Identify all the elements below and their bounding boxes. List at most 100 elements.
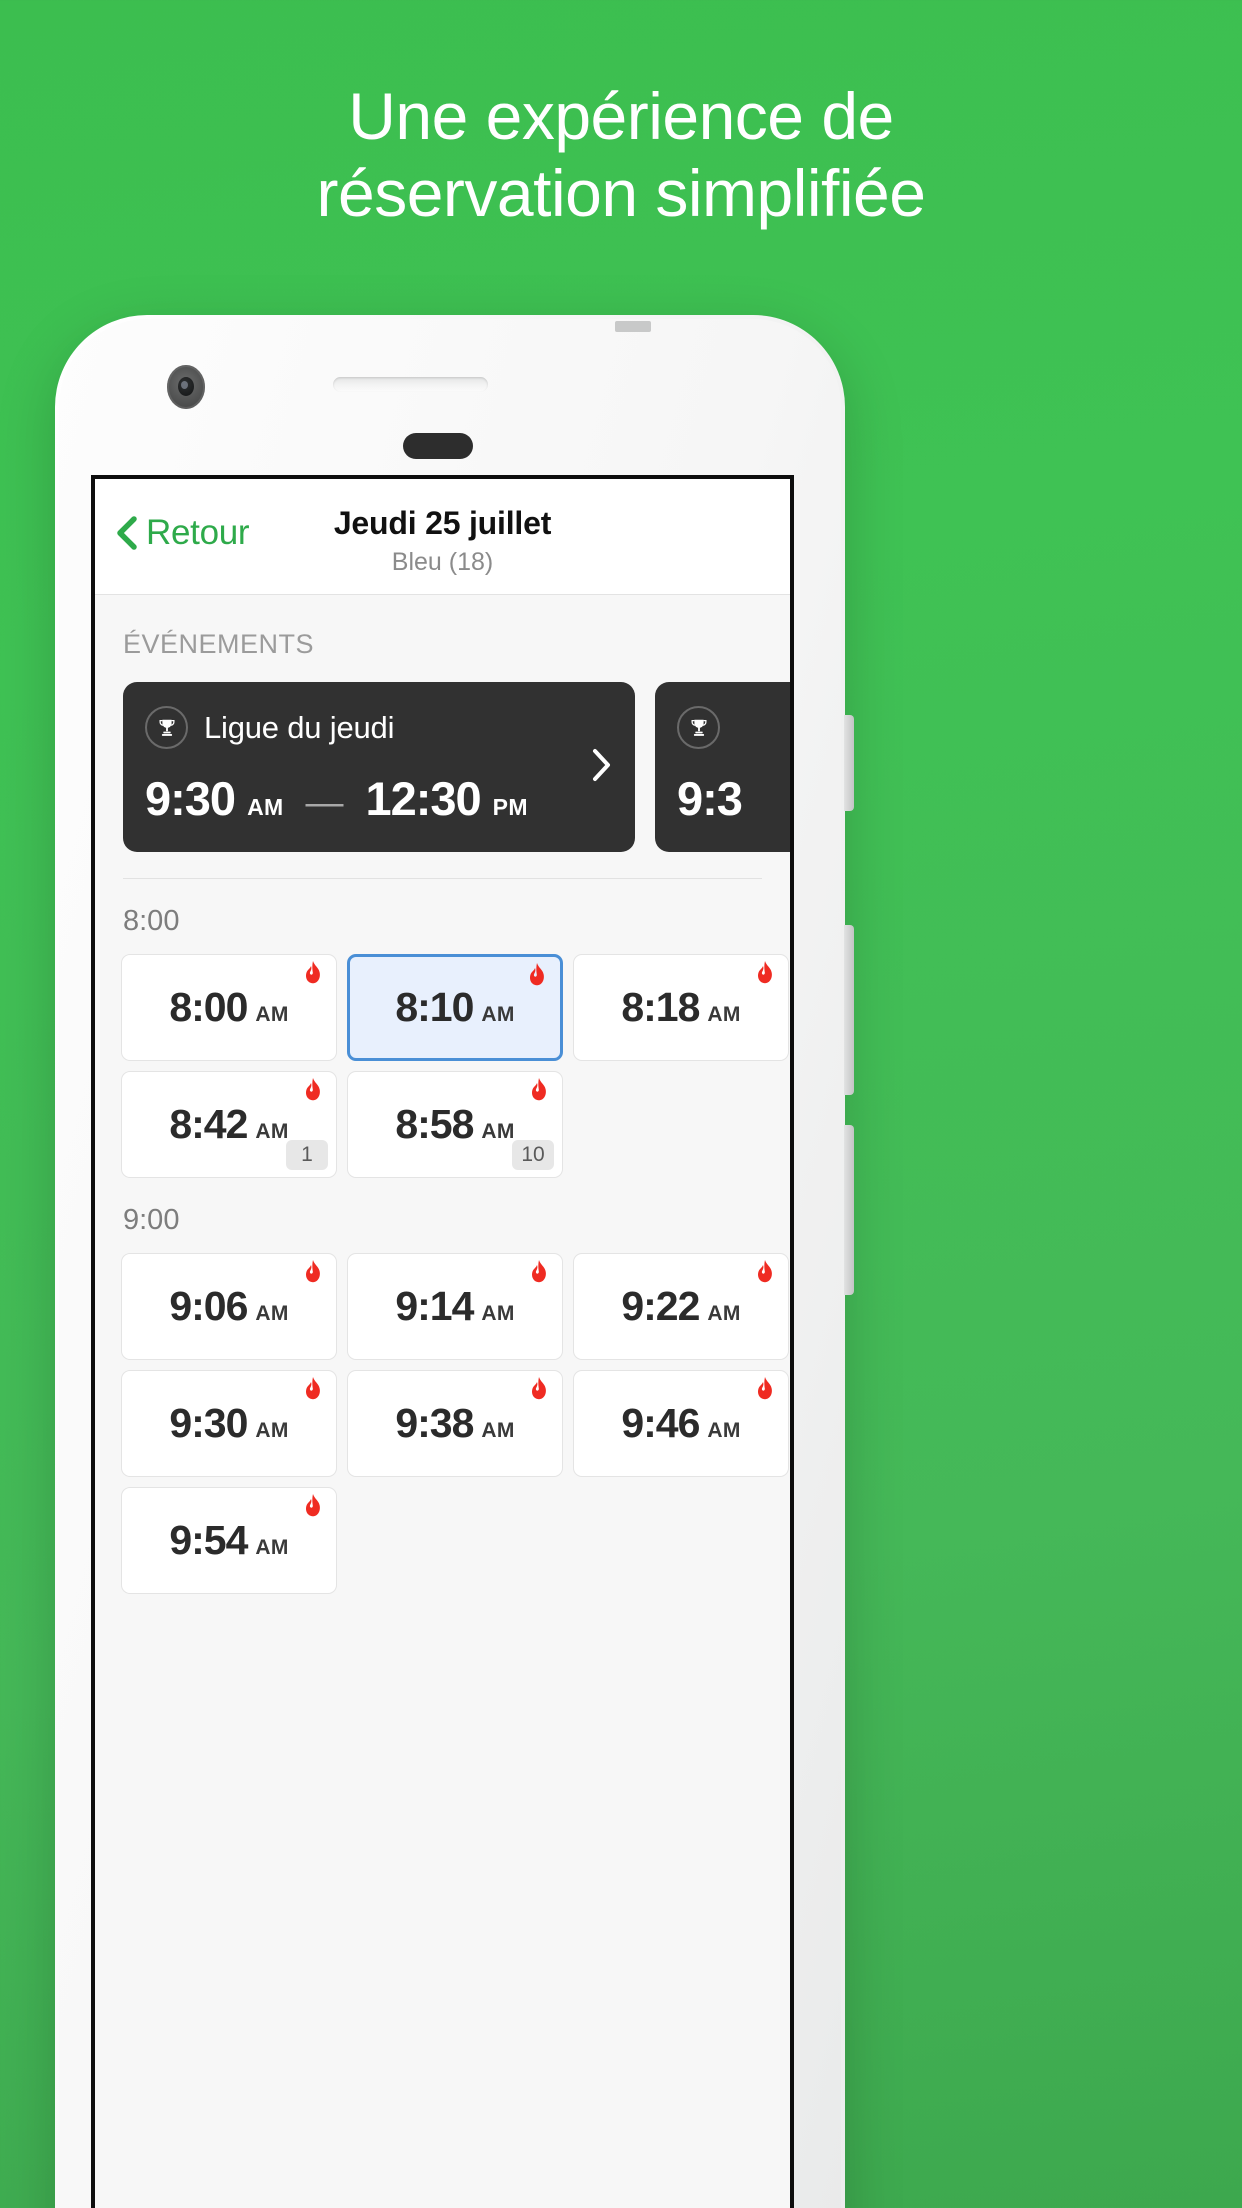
flame-icon xyxy=(532,1078,546,1101)
flame-icon xyxy=(306,1377,320,1400)
time-slot-meridiem: AM xyxy=(255,1003,289,1026)
time-slot-meridiem: AM xyxy=(255,1419,289,1442)
time-slot[interactable]: 9:30 AM xyxy=(121,1370,337,1477)
time-slot[interactable]: 9:06 AM xyxy=(121,1253,337,1360)
time-slot-meridiem: AM xyxy=(707,1302,741,1325)
chevron-right-icon[interactable] xyxy=(591,748,611,782)
event-time-separator: — xyxy=(305,782,344,824)
time-slot-time: 9:06 xyxy=(169,1283,248,1329)
events-carousel[interactable]: Ligue du jeudi 9:30 AM — 12:30 PM 9:3 xyxy=(95,660,790,852)
trophy-glyph-icon xyxy=(158,719,175,736)
time-slot-label: 8:00 AM xyxy=(169,984,288,1031)
time-slot-meridiem: AM xyxy=(481,1003,515,1026)
time-slot-time: 9:54 xyxy=(169,1517,248,1563)
time-slot-label: 9:22 AM xyxy=(621,1283,740,1330)
slot-group-label-9: 9:00 xyxy=(123,1204,180,1236)
time-slot[interactable]: 9:14 AM xyxy=(347,1253,563,1360)
time-slot-time: 8:18 xyxy=(621,984,700,1030)
time-slot-meridiem: AM xyxy=(481,1302,515,1325)
time-slot-time: 9:22 xyxy=(621,1283,700,1329)
slot-grid-9: 9:06 AM 9:14 AM 9:22 AM 9:30 AM 9:38 AM … xyxy=(95,1237,790,1594)
flame-icon xyxy=(530,963,544,986)
navigation-bar: Retour Jeudi 25 juillet Bleu (18) xyxy=(95,479,790,595)
slot-group-label-8: 8:00 xyxy=(123,905,180,937)
promo-headline: Une expérience de réservation simplifiée xyxy=(0,78,1242,231)
time-slot-label: 8:18 AM xyxy=(621,984,740,1031)
flame-icon xyxy=(532,1377,546,1400)
volume-up-button[interactable] xyxy=(844,925,854,1095)
trophy-icon xyxy=(145,706,188,749)
page-title: Jeudi 25 juillet xyxy=(333,505,552,541)
time-slot-time: 9:14 xyxy=(395,1283,474,1329)
flame-icon xyxy=(306,1494,320,1517)
time-slot-label: 8:58 AM xyxy=(395,1101,514,1148)
time-slot[interactable]: 8:58 AM 10 xyxy=(347,1071,563,1178)
time-slot-label: 8:10 AM xyxy=(395,984,514,1031)
trophy-glyph-icon xyxy=(690,719,707,736)
phone-screen: Retour Jeudi 25 juillet Bleu (18) ÉVÉNEM… xyxy=(91,475,794,2208)
flame-icon xyxy=(306,961,320,984)
flame-icon xyxy=(758,1260,772,1283)
event-start-time: 9:30 xyxy=(145,772,236,825)
event-card-header: Ligue du jeudi xyxy=(145,706,613,749)
flame-icon xyxy=(532,1260,546,1283)
home-indicator-pill xyxy=(403,433,473,459)
time-slot-label: 9:46 AM xyxy=(621,1400,740,1447)
events-section-label: ÉVÉNEMENTS xyxy=(123,629,315,659)
time-slot-meridiem: AM xyxy=(481,1120,515,1143)
time-slot-meridiem: AM xyxy=(255,1536,289,1559)
navigation-title-block: Jeudi 25 juillet Bleu (18) xyxy=(95,505,790,577)
time-slot[interactable]: 8:18 AM xyxy=(573,954,789,1061)
flame-icon xyxy=(306,1260,320,1283)
power-button[interactable] xyxy=(844,715,854,811)
event-start-meridiem: AM xyxy=(247,794,284,820)
flame-icon xyxy=(758,961,772,984)
event-time-range: 9:30 AM — 12:30 PM xyxy=(145,771,613,826)
time-slot-badge: 10 xyxy=(512,1140,554,1170)
event-time-range-partial: 9:3 xyxy=(677,771,790,826)
time-slot-time: 8:00 xyxy=(169,984,248,1030)
time-slot-label: 9:54 AM xyxy=(169,1517,288,1564)
screen-content: ÉVÉNEMENTS Ligue du jeudi 9:30 AM — 12:3… xyxy=(95,595,790,2208)
time-slot[interactable]: 8:42 AM 1 xyxy=(121,1071,337,1178)
time-slot-label: 8:42 AM xyxy=(169,1101,288,1148)
headline-line-1: Une expérience de xyxy=(348,79,894,153)
time-slot-badge: 1 xyxy=(286,1140,328,1170)
event-card[interactable]: Ligue du jeudi 9:30 AM — 12:30 PM xyxy=(123,682,635,852)
time-slot-label: 9:06 AM xyxy=(169,1283,288,1330)
event-card-header-partial xyxy=(677,706,790,749)
time-slot-selected[interactable]: 8:10 AM xyxy=(347,954,563,1061)
time-slot[interactable]: 9:22 AM xyxy=(573,1253,789,1360)
time-slot-label: 9:14 AM xyxy=(395,1283,514,1330)
time-slot-label: 9:30 AM xyxy=(169,1400,288,1447)
front-camera-icon xyxy=(167,365,205,409)
time-slot[interactable]: 8:00 AM xyxy=(121,954,337,1061)
time-slot-meridiem: AM xyxy=(707,1003,741,1026)
time-slot[interactable]: 9:38 AM xyxy=(347,1370,563,1477)
time-slot-meridiem: AM xyxy=(481,1419,515,1442)
time-slot-time: 8:42 xyxy=(169,1101,248,1147)
headline-line-2: réservation simplifiée xyxy=(316,155,926,230)
time-slot-meridiem: AM xyxy=(255,1302,289,1325)
time-slot-time: 9:30 xyxy=(169,1400,248,1446)
time-slot-time: 8:10 xyxy=(395,984,474,1030)
volume-down-button[interactable] xyxy=(844,1125,854,1295)
time-slot-time: 9:46 xyxy=(621,1400,700,1446)
event-start-time-partial: 9:3 xyxy=(677,772,743,825)
phone-mockup: Retour Jeudi 25 juillet Bleu (18) ÉVÉNEM… xyxy=(55,315,854,2208)
time-slot[interactable]: 9:54 AM xyxy=(121,1487,337,1594)
slot-grid-8: 8:00 AM 8:10 AM 8:18 AM 8:42 AM 1 8:58 A… xyxy=(95,938,790,1178)
flame-icon xyxy=(306,1078,320,1101)
proximity-sensor xyxy=(615,321,651,332)
earpiece-speaker xyxy=(333,377,488,392)
time-slot-meridiem: AM xyxy=(255,1120,289,1143)
time-slot[interactable]: 9:46 AM xyxy=(573,1370,789,1477)
trophy-icon xyxy=(677,706,720,749)
event-end-meridiem: PM xyxy=(492,794,528,820)
event-card-next-partial[interactable]: 9:3 xyxy=(655,682,790,852)
page-subtitle: Bleu (18) xyxy=(391,548,494,576)
time-slot-time: 8:58 xyxy=(395,1101,474,1147)
flame-icon xyxy=(758,1377,772,1400)
time-slot-time: 9:38 xyxy=(395,1400,474,1446)
event-name: Ligue du jeudi xyxy=(204,709,395,745)
